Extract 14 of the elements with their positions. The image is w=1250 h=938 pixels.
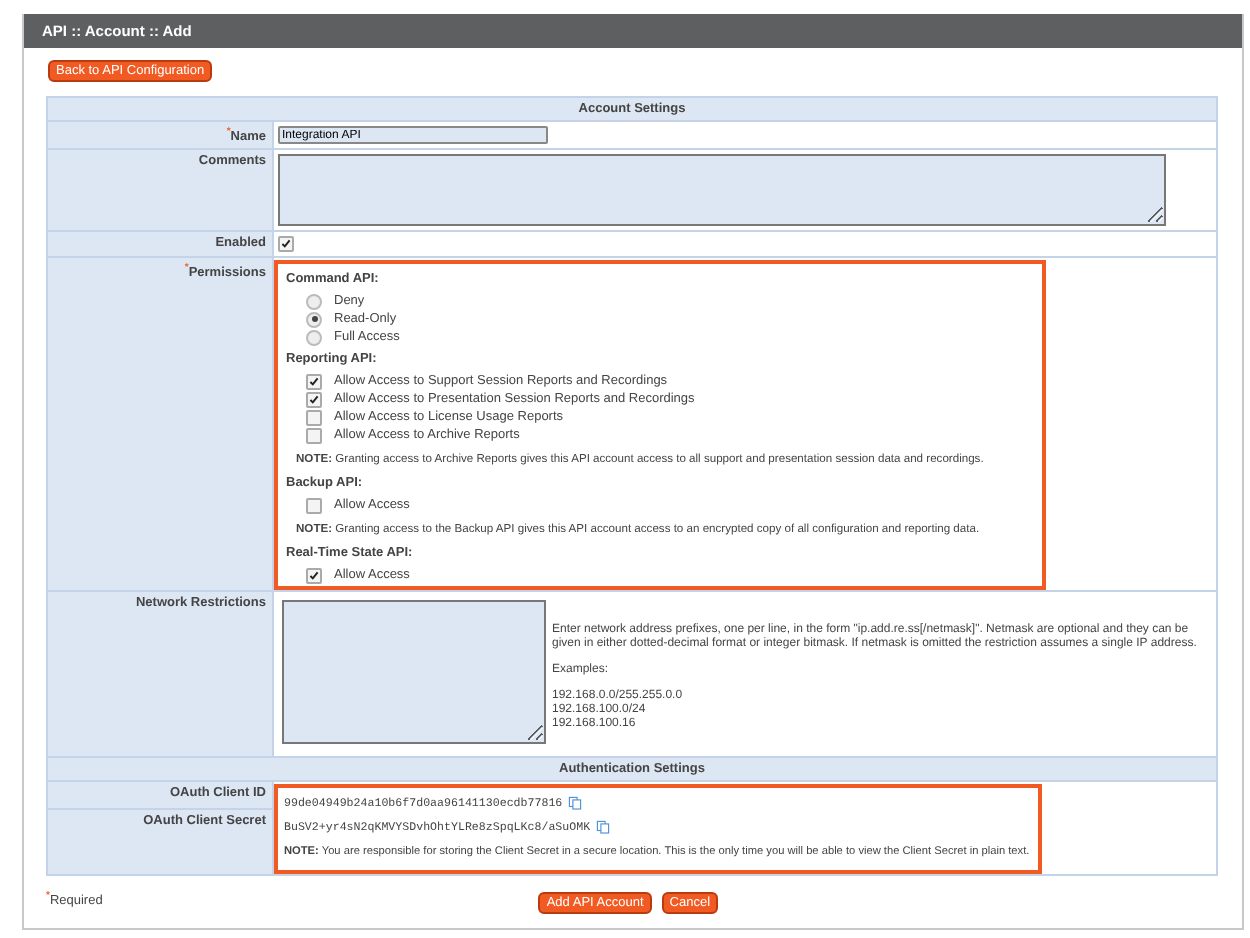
network-field[interactable]: [282, 600, 546, 744]
checkbox[interactable]: [306, 391, 322, 407]
enabled-checkbox[interactable]: [278, 236, 294, 252]
checkbox[interactable]: [306, 409, 322, 425]
checkbox[interactable]: [306, 567, 322, 583]
radio-button[interactable]: [306, 311, 322, 327]
checkbox[interactable]: [306, 373, 322, 389]
radio-button[interactable]: [306, 329, 322, 345]
required-mark: *: [226, 126, 231, 138]
required-mark: *: [184, 262, 189, 274]
radio-button[interactable]: [306, 293, 322, 309]
checkbox[interactable]: [306, 497, 322, 513]
checkbox[interactable]: [306, 427, 322, 443]
comments-field[interactable]: [278, 154, 1166, 226]
